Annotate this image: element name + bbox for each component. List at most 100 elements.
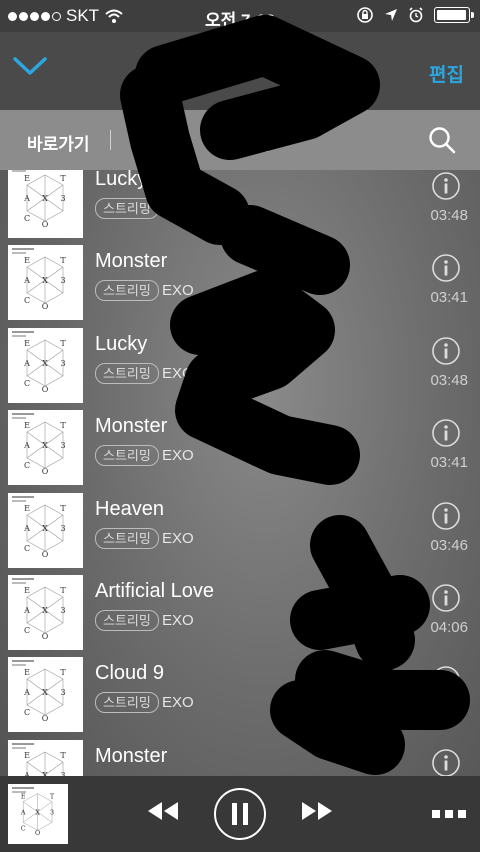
track-row[interactable]: E T A X 3 C O Monster 스트리밍 EXO 03:41: [0, 409, 480, 491]
album-cover-graphic: ETAX3CO: [23, 751, 66, 776]
svg-text:3: 3: [60, 688, 65, 697]
mini-player: E T A X 3 C O: [0, 776, 480, 852]
album-art: E T A X 3 C O: [8, 492, 83, 568]
track-duration: 03:46: [430, 536, 468, 554]
svg-text:E: E: [21, 792, 26, 800]
track-artist: EXO: [162, 364, 194, 382]
track-row[interactable]: E T A X 3 C O Lucky 스트리밍 EXO 03:48: [0, 327, 480, 409]
streaming-badge: 스트리밍: [95, 692, 159, 714]
album-art: E T A X 3 C O: [8, 327, 83, 403]
info-icon[interactable]: [431, 748, 461, 776]
battery-icon: [434, 7, 474, 23]
toolbar: 바로가기 아이얼: [0, 110, 480, 170]
streaming-badge: 스트리밍: [95, 362, 159, 384]
track-row[interactable]: ETAX3COMonster: [0, 739, 480, 776]
track-row[interactable]: E T A X 3 C O Cloud 9 스트리밍 EXO: [0, 656, 480, 738]
streaming-badge: 스트리밍: [95, 280, 159, 302]
svg-text:A: A: [20, 808, 26, 816]
status-right: [356, 6, 474, 24]
track-duration: 03:41: [430, 289, 468, 307]
svg-text:3: 3: [60, 606, 65, 615]
album-art[interactable]: E T A X 3 C O: [8, 784, 68, 844]
svg-text:A: A: [23, 276, 30, 285]
tab-middle[interactable]: 아이얼: [222, 130, 269, 155]
fast-forward-icon[interactable]: [300, 800, 334, 822]
streaming-badge: 스트리밍: [95, 610, 159, 631]
svg-text:X: X: [42, 194, 48, 203]
track-title: Heaven: [95, 497, 164, 520]
header-title: 1: [280, 60, 293, 85]
svg-text:X: X: [42, 688, 48, 697]
svg-text:E: E: [24, 586, 30, 595]
shortcut-button[interactable]: 바로가기: [27, 130, 90, 155]
track-row[interactable]: E T A X 3 C O Monster 스트리밍 EXO 03:41: [0, 244, 480, 326]
track-artist: EXO: [162, 529, 194, 547]
svg-text:T: T: [60, 174, 66, 183]
chevron-down-icon[interactable]: [12, 54, 48, 78]
svg-text:3: 3: [60, 524, 65, 533]
svg-text:E: E: [24, 668, 30, 677]
svg-text:T: T: [60, 668, 66, 677]
svg-text:O: O: [42, 550, 49, 559]
info-icon[interactable]: [431, 418, 461, 448]
track-duration: 03:41: [430, 454, 468, 472]
album-cover-graphic: ETAX3CO: [23, 339, 66, 394]
svg-text:C: C: [24, 461, 30, 470]
pause-icon[interactable]: [213, 787, 267, 841]
svg-text:E: E: [24, 339, 30, 348]
info-icon[interactable]: [431, 171, 461, 201]
album-cover-graphic: ETAX3CO: [23, 256, 66, 311]
alarm-icon: [409, 7, 423, 23]
track-row[interactable]: E T A X 3 C O Lucky 스트리밍 EXO 03:48: [0, 170, 480, 244]
svg-text:3: 3: [60, 194, 65, 203]
info-icon[interactable]: [431, 253, 461, 283]
track-artist: EXO: [162, 200, 194, 217]
track-row[interactable]: E T A X 3 C O Artificial Love 스트리밍 EXO 04:06: [0, 574, 480, 656]
track-list[interactable]: E T A X 3 C O Lucky 스트리밍 EXO 03:48 E T A X 3 C O Monster 스트…: [0, 170, 480, 776]
info-icon[interactable]: [431, 665, 461, 695]
track-duration: 04:06: [430, 619, 468, 636]
location-icon: [385, 9, 397, 21]
svg-text:O: O: [42, 220, 49, 229]
svg-text:A: A: [23, 688, 30, 697]
svg-text:X: X: [35, 808, 40, 816]
svg-text:T: T: [60, 256, 66, 265]
track-title: Artificial Love: [95, 580, 214, 602]
svg-text:X: X: [42, 606, 48, 615]
track-title: Monster: [95, 250, 168, 273]
svg-text:C: C: [24, 296, 30, 305]
edit-button[interactable]: 편집: [429, 60, 464, 87]
svg-text:C: C: [21, 824, 26, 832]
svg-text:A: A: [23, 524, 30, 533]
search-icon[interactable]: [428, 126, 456, 154]
track-artist: EXO: [162, 447, 194, 465]
svg-text:3: 3: [60, 359, 65, 368]
svg-text:C: C: [24, 214, 30, 223]
info-icon[interactable]: [431, 583, 461, 613]
svg-text:T: T: [60, 339, 66, 348]
svg-text:3: 3: [60, 276, 65, 285]
track-title: Monster: [95, 415, 168, 438]
status-bar: SKT 오전 7:12: [0, 0, 480, 32]
album-cover-graphic: ETAX3CO: [20, 792, 55, 837]
track-row[interactable]: E T A X 3 C O Heaven 스트리밍 EXO 03:46: [0, 492, 480, 574]
album-art: E T A X 3 C O: [8, 410, 83, 486]
info-icon[interactable]: [431, 336, 461, 366]
rewind-icon[interactable]: [146, 800, 180, 822]
album-cover-graphic: ETAX3CO: [23, 504, 66, 559]
track-title: Cloud 9: [95, 662, 164, 685]
album-art: E T A X 3 C O: [8, 657, 83, 733]
svg-text:A: A: [23, 359, 30, 368]
streaming-badge: 스트리밍: [95, 445, 159, 467]
more-icon[interactable]: [432, 809, 466, 819]
album-cover-graphic: ETAX3CO: [23, 174, 66, 229]
album-art: E T A X 3 C O: [8, 170, 83, 238]
svg-text:T: T: [60, 421, 66, 430]
track-duration: 03:48: [430, 371, 468, 389]
info-icon[interactable]: [431, 501, 461, 531]
svg-text:T: T: [60, 586, 66, 595]
streaming-badge: 스트리밍: [95, 198, 159, 219]
svg-text:C: C: [24, 708, 30, 717]
track-duration: 03:48: [430, 207, 468, 224]
svg-text:A: A: [23, 194, 30, 203]
